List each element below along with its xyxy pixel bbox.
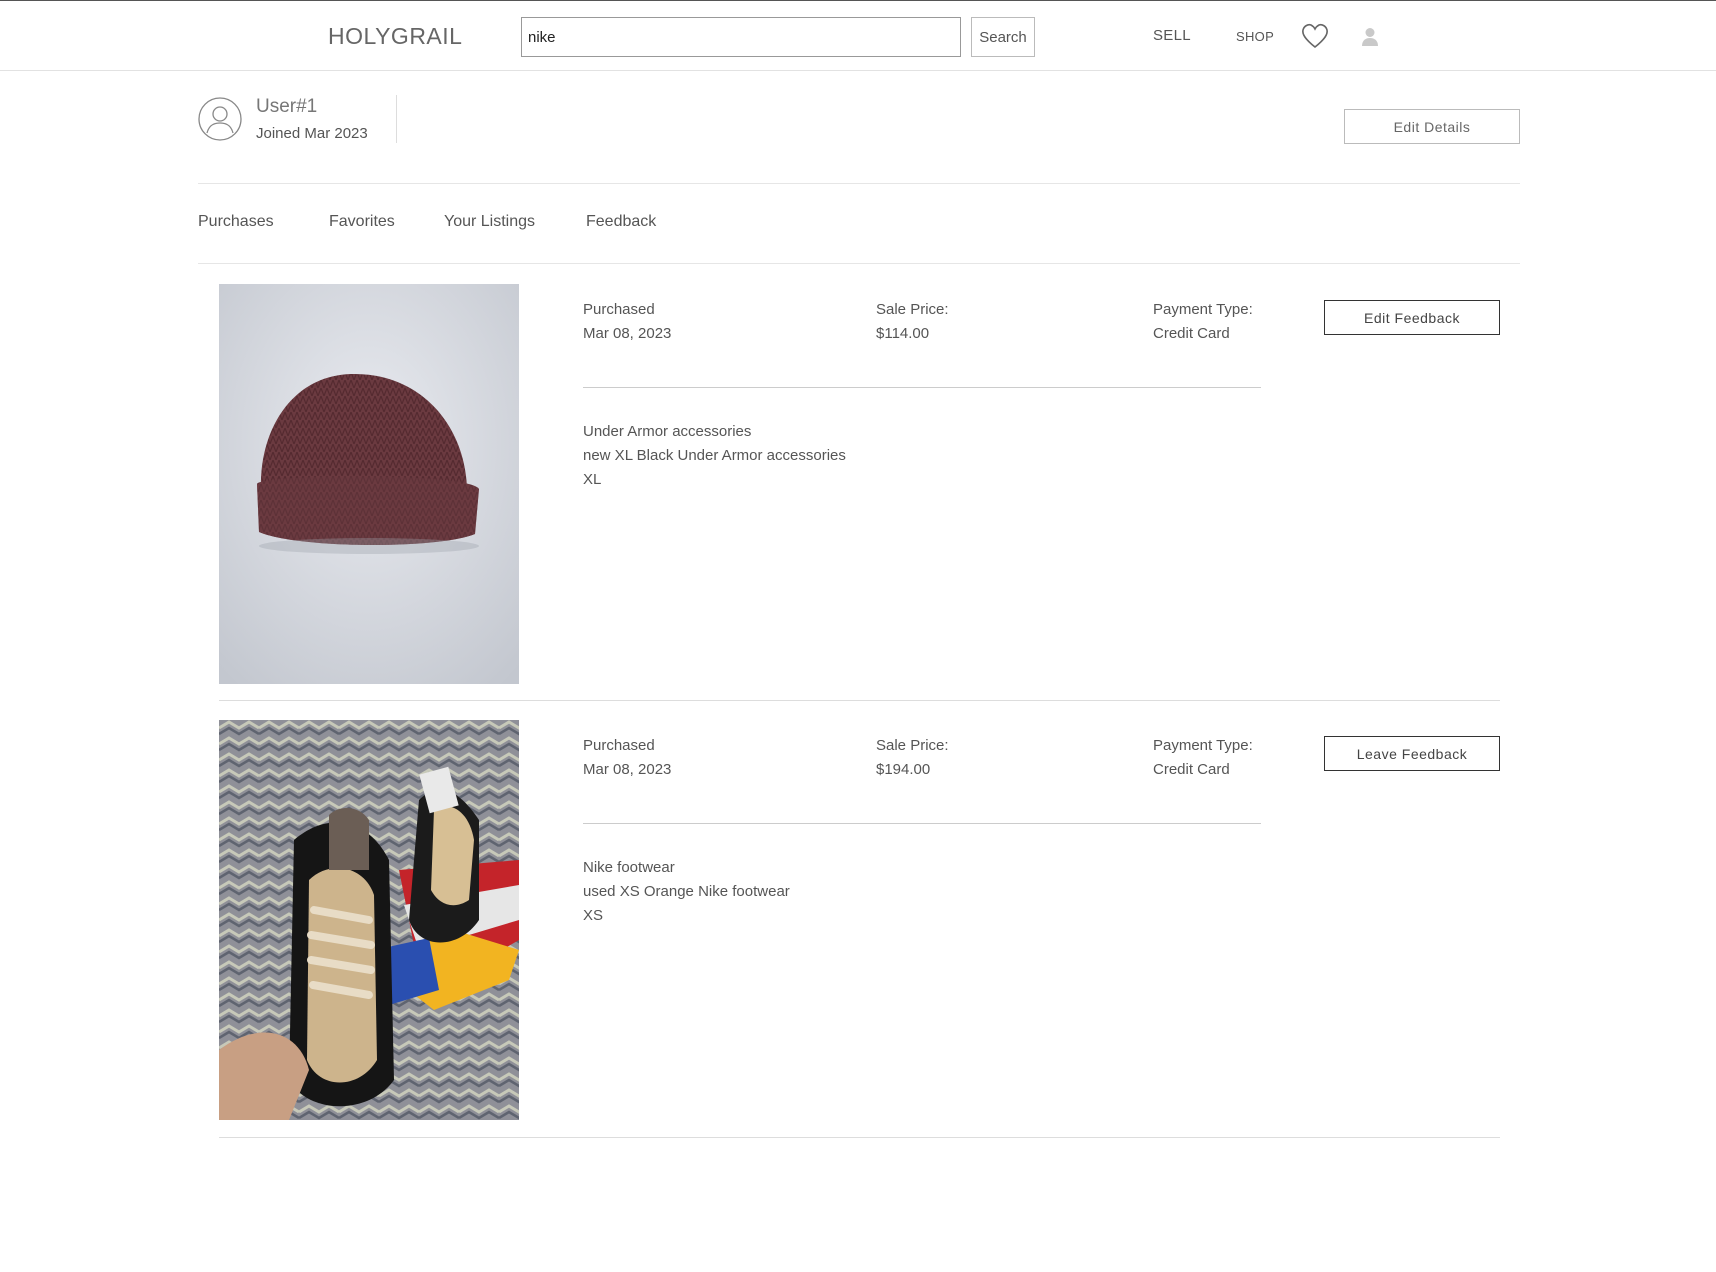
edit-feedback-button[interactable]: Edit Feedback	[1324, 300, 1500, 335]
product-title[interactable]: Under Armor accessories	[583, 423, 751, 440]
tab-purchases[interactable]: Purchases	[198, 213, 274, 231]
search-input[interactable]	[521, 17, 961, 57]
sale-price: $194.00	[876, 761, 931, 778]
leave-feedback-button[interactable]: Leave Feedback	[1324, 736, 1500, 771]
sale-price: $114.00	[876, 325, 930, 342]
divider	[583, 823, 1261, 824]
edit-details-button[interactable]: Edit Details	[1344, 109, 1520, 144]
profile-tabs: Purchases Favorites Your Listings Feedba…	[198, 184, 1520, 264]
tab-your-listings[interactable]: Your Listings	[444, 213, 535, 231]
nav-sell-link[interactable]: SELL	[1153, 27, 1191, 44]
heart-icon[interactable]	[1301, 23, 1329, 49]
purchased-label: Purchased	[583, 737, 655, 754]
payment-type: Credit Card	[1153, 325, 1230, 342]
product-title[interactable]: Nike footwear	[583, 859, 675, 876]
profile-divider	[396, 95, 397, 143]
divider	[583, 387, 1261, 388]
tab-feedback[interactable]: Feedback	[586, 213, 656, 231]
sale-price-label: Sale Price:	[876, 737, 949, 754]
tab-favorites[interactable]: Favorites	[329, 213, 395, 231]
product-subtitle: used XS Orange Nike footwear	[583, 883, 790, 900]
avatar-icon	[198, 97, 242, 141]
search-button[interactable]: Search	[971, 17, 1035, 57]
product-size: XL	[583, 471, 602, 488]
payment-type-label: Payment Type:	[1153, 737, 1253, 754]
payment-type: Credit Card	[1153, 761, 1230, 778]
profile-joined-date: Joined Mar 2023	[256, 125, 368, 142]
purchase-date: Mar 08, 2023	[583, 325, 672, 342]
profile-username: User#1	[256, 96, 318, 117]
purchase-item: Purchased Mar 08, 2023 Sale Price: $114.…	[219, 284, 1500, 701]
profile-header: User#1 Joined Mar 2023 Edit Details	[198, 95, 1520, 184]
product-image-sneakers[interactable]	[219, 720, 519, 1120]
nav-shop-link[interactable]: SHOP	[1236, 29, 1274, 44]
product-size: XS	[583, 907, 604, 924]
payment-type-label: Payment Type:	[1153, 301, 1253, 318]
logo[interactable]: HOLYGRAIL	[328, 23, 462, 50]
product-image-beanie[interactable]	[219, 284, 519, 684]
top-nav-bar: HOLYGRAIL Search SELL SHOP	[0, 0, 1716, 71]
user-icon[interactable]	[1361, 27, 1379, 47]
purchase-date: Mar 08, 2023	[583, 761, 672, 778]
sale-price-label: Sale Price:	[876, 301, 949, 318]
product-subtitle: new XL Black Under Armor accessories	[583, 447, 846, 464]
purchased-label: Purchased	[583, 301, 655, 318]
purchase-item: Purchased Mar 08, 2023 Sale Price: $194.…	[219, 720, 1500, 1138]
